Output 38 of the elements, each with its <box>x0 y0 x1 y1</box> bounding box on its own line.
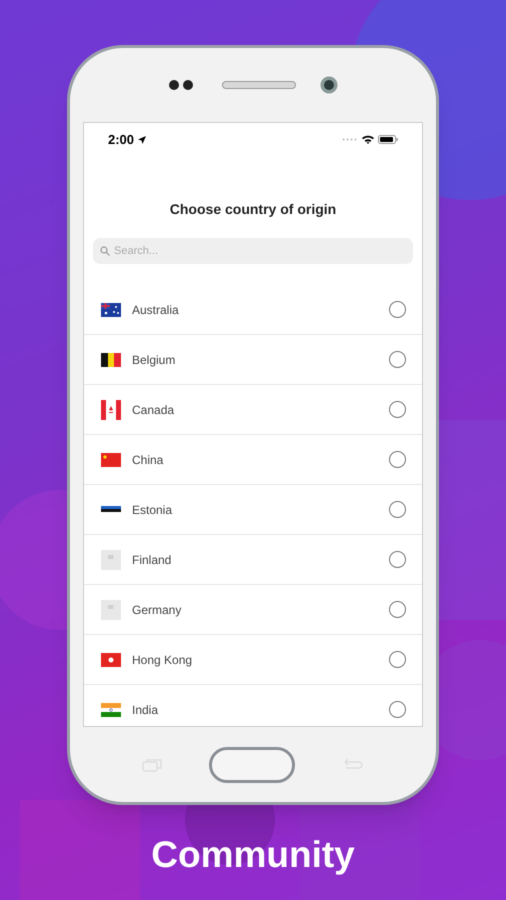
flag-icon <box>101 652 121 666</box>
signal-icon <box>342 138 358 141</box>
radio-button[interactable] <box>389 401 406 418</box>
country-name: India <box>132 702 160 718</box>
country-name: Germany <box>132 602 182 618</box>
flag-icon <box>101 702 121 716</box>
flag-icon <box>101 550 121 570</box>
search-icon <box>100 246 110 256</box>
country-name: Estonia <box>132 502 174 518</box>
radio-button[interactable] <box>389 551 406 568</box>
radio-button[interactable] <box>389 451 406 468</box>
caption-heading: Community <box>151 833 355 877</box>
search-field[interactable]: Search... <box>93 238 413 264</box>
country-name: Hong Kong <box>132 652 194 668</box>
radio-button[interactable] <box>389 701 406 718</box>
camera-icon <box>320 76 338 94</box>
home-button[interactable] <box>209 746 295 782</box>
radio-button[interactable] <box>389 651 406 668</box>
status-time: 2:00 <box>108 130 134 149</box>
country-name: Australia <box>132 302 180 318</box>
flag-icon <box>101 600 121 620</box>
country-name: Finland <box>132 552 172 568</box>
battery-icon <box>378 135 398 144</box>
radio-button[interactable] <box>389 601 406 618</box>
screen-title: Choose country of origin <box>170 200 336 219</box>
flag-icon <box>101 506 121 514</box>
country-name: Belgium <box>132 352 176 368</box>
radio-button[interactable] <box>389 501 406 518</box>
radio-button[interactable] <box>389 301 406 318</box>
radio-button[interactable] <box>389 351 406 368</box>
country-name: Canada <box>132 402 176 418</box>
flag-icon <box>101 452 121 466</box>
country-name: China <box>132 452 164 468</box>
flag-icon <box>101 302 121 316</box>
flag-icon <box>101 352 121 366</box>
wifi-icon <box>362 135 374 144</box>
location-icon <box>138 136 146 144</box>
flag-icon <box>101 400 121 420</box>
